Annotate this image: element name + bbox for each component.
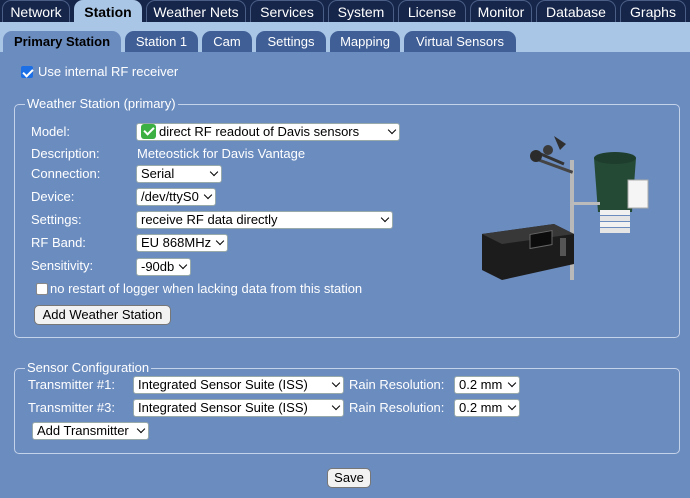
add-transmitter-select[interactable]: Add Transmitter [32, 422, 149, 440]
chevron-down-icon [380, 213, 390, 223]
transmitter-type-select[interactable]: Integrated Sensor Suite (ISS) [133, 399, 344, 417]
top-tab-bar: Network Station Weather Nets Services Sy… [0, 0, 690, 22]
connection-label: Connection: [31, 166, 101, 181]
tab-network[interactable]: Network [2, 0, 70, 22]
chevron-down-icon [507, 378, 517, 388]
chevron-down-icon [507, 401, 517, 411]
tab-monitor[interactable]: Monitor [470, 0, 532, 22]
tab-services[interactable]: Services [250, 0, 324, 22]
device-label: Device: [31, 189, 75, 204]
save-button[interactable]: Save [327, 468, 371, 488]
tab-primary-station[interactable]: Primary Station [3, 31, 121, 52]
use-internal-rf-checkbox[interactable] [21, 66, 33, 78]
rain-resolution-label: Rain Resolution: [349, 377, 445, 392]
description-value: Meteostick for Davis Vantage [137, 146, 306, 161]
transmitter-label: Transmitter #1: [28, 377, 115, 392]
model-select[interactable]: direct RF readout of Davis sensors [136, 123, 400, 141]
model-label: Model: [31, 124, 71, 139]
sensitivity-select[interactable]: -90db [136, 258, 191, 276]
device-select[interactable]: /dev/ttyS0 [136, 188, 216, 206]
chevron-down-icon [203, 190, 213, 200]
tab-virtual-sensors[interactable]: Virtual Sensors [404, 31, 516, 52]
tab-database[interactable]: Database [536, 0, 616, 22]
sensitivity-label: Sensitivity: [31, 258, 94, 273]
no-restart-checkbox[interactable] [36, 283, 48, 295]
tab-weather-nets[interactable]: Weather Nets [146, 0, 246, 22]
connection-select[interactable]: Serial [136, 165, 222, 183]
description-label: Description: [31, 146, 100, 161]
chevron-down-icon [215, 236, 225, 246]
tab-mapping[interactable]: Mapping [330, 31, 400, 52]
chevron-down-icon [387, 125, 397, 135]
transmitter-type-select[interactable]: Integrated Sensor Suite (ISS) [133, 376, 344, 394]
transmitter-label: Transmitter #3: [28, 400, 115, 415]
rain-resolution-select[interactable]: 0.2 mm [454, 399, 520, 417]
tab-station[interactable]: Station [74, 0, 142, 22]
weather-station-image [482, 136, 649, 280]
rain-resolution-label: Rain Resolution: [349, 400, 445, 415]
chevron-down-icon [331, 378, 341, 388]
tab-cam[interactable]: Cam [202, 31, 252, 52]
tab-station-1[interactable]: Station 1 [125, 31, 198, 52]
chevron-down-icon [136, 424, 146, 434]
weather-station-legend: Weather Station (primary) [25, 96, 178, 112]
sub-tab-bar: Primary Station Station 1 Cam Settings M… [0, 22, 690, 52]
settings-select[interactable]: receive RF data directly [136, 211, 393, 229]
tab-graphs[interactable]: Graphs [620, 0, 686, 22]
rain-resolution-select[interactable]: 0.2 mm [454, 376, 520, 394]
add-weather-station-button[interactable]: Add Weather Station [34, 305, 171, 325]
use-internal-rf-label: Use internal RF receiver [38, 64, 179, 79]
chevron-down-icon [178, 260, 188, 270]
settings-label: Settings: [31, 212, 82, 227]
chevron-down-icon [331, 401, 341, 411]
no-restart-label: no restart of logger when lacking data f… [50, 281, 363, 296]
check-mark-icon [141, 124, 156, 139]
tab-system[interactable]: System [328, 0, 394, 22]
rf-band-select[interactable]: EU 868MHz [136, 234, 228, 252]
tab-settings[interactable]: Settings [256, 31, 326, 52]
sensor-configuration-legend: Sensor Configuration [25, 360, 152, 376]
chevron-down-icon [209, 167, 219, 177]
tab-license[interactable]: License [398, 0, 466, 22]
rf-band-label: RF Band: [31, 235, 86, 250]
